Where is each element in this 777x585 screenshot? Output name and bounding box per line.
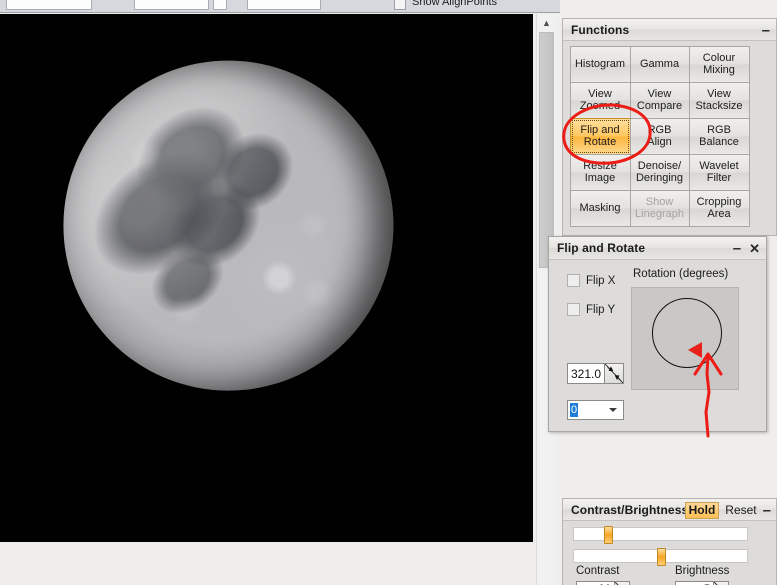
- function-button-line2: Align: [647, 136, 672, 148]
- stepper-up-icon[interactable]: ▲: [607, 365, 615, 373]
- function-button-line2: Balance: [699, 136, 739, 148]
- function-button-line2: Mixing: [703, 64, 735, 76]
- contrast-brightness-panel: Contrast/Brightness Hold Reset – Contras…: [562, 498, 777, 585]
- moon-image: [0, 14, 460, 458]
- function-button-line1: Masking: [579, 202, 621, 214]
- function-button-histogram[interactable]: Histogram: [569, 45, 631, 83]
- flip-rotate-minimize-button[interactable]: –: [733, 241, 741, 256]
- flip-x-row[interactable]: Flip X: [567, 274, 615, 287]
- brightness-slider[interactable]: [573, 548, 748, 566]
- function-button-line2: Stacksize: [695, 100, 743, 112]
- contrast-slider-thumb[interactable]: [604, 526, 613, 544]
- flip-rotate-title: Flip and Rotate: [557, 241, 646, 255]
- function-button-masking[interactable]: Masking: [569, 189, 631, 227]
- reset-button[interactable]: Reset: [725, 503, 756, 517]
- function-button-flip-and-rotate[interactable]: Flip and Rotate: [569, 117, 631, 155]
- function-button-cropping-area[interactable]: Cropping Area: [688, 189, 750, 227]
- function-button-view-compare[interactable]: View Compare: [629, 81, 690, 119]
- function-button-gamma[interactable]: Gamma: [629, 45, 690, 83]
- toolbar-field-3[interactable]: [213, 0, 227, 10]
- flip-x-checkbox[interactable]: [567, 274, 580, 287]
- function-button-line1: Wavelet: [699, 160, 739, 172]
- flip-y-checkbox[interactable]: [567, 303, 580, 316]
- function-button-line1: Resize: [583, 160, 617, 172]
- rotation-dial[interactable]: [631, 287, 739, 390]
- toolbar-field-1[interactable]: [6, 0, 92, 10]
- rotation-stepper-icon[interactable]: ▲ ▼: [604, 364, 623, 383]
- hold-button[interactable]: Hold: [684, 501, 720, 519]
- function-button-wavelet-filter[interactable]: Wavelet Filter: [688, 153, 750, 191]
- function-button-line2: Area: [707, 208, 731, 220]
- function-button-resize-image[interactable]: Resize Image: [569, 153, 631, 191]
- function-button-view-zoomed[interactable]: View Zoomed: [569, 81, 631, 119]
- function-button-line1: View: [647, 88, 672, 100]
- brightness-label: Brightness: [675, 565, 730, 577]
- function-button-line1: Denoise/: [637, 160, 682, 172]
- contrast-slider[interactable]: [573, 526, 748, 544]
- function-button-line2: Linegraph: [635, 208, 684, 220]
- function-button-line2: Image: [584, 172, 616, 184]
- image-canvas[interactable]: [0, 14, 533, 542]
- function-button-line1: Show: [645, 196, 674, 208]
- flip-y-row[interactable]: Flip Y: [567, 303, 615, 316]
- flip-rotate-close-button[interactable]: ✕: [749, 242, 760, 255]
- function-button-line1: Histogram: [574, 58, 626, 70]
- rotation-preset-combobox[interactable]: 0: [567, 400, 624, 420]
- function-button-view-stacksize[interactable]: View Stacksize: [688, 81, 750, 119]
- contrast-value-spinner[interactable]: 90: [576, 581, 630, 585]
- function-button-rgb-balance[interactable]: RGB Balance: [688, 117, 750, 155]
- show-align-points-checkbox[interactable]: [394, 0, 406, 10]
- function-button-line2: Compare: [636, 100, 683, 112]
- rotation-dial-circle: [652, 298, 722, 368]
- rotated-image-frame: [0, 14, 533, 542]
- function-button-line2: Zoomed: [579, 100, 621, 112]
- scrollbar-thumb[interactable]: [539, 32, 554, 268]
- stepper-down-icon[interactable]: ▼: [613, 374, 621, 382]
- function-button-line2: Rotate: [583, 136, 617, 148]
- function-button-line1: Colour: [702, 52, 736, 64]
- contrast-panel-title: Contrast/Brightness: [571, 502, 689, 517]
- top-toolbar: Show AlignPoints: [0, 0, 560, 13]
- contrast-panel-header: Contrast/Brightness Hold Reset –: [563, 499, 776, 521]
- rotation-dial-marker-icon[interactable]: [688, 342, 702, 358]
- functions-panel-header: Functions –: [563, 19, 776, 41]
- function-button-line1: Cropping: [696, 196, 742, 208]
- function-button-line2: Filter: [706, 172, 732, 184]
- function-button-colour-mixing[interactable]: Colour Mixing: [688, 45, 750, 83]
- function-button-line1: View: [707, 88, 731, 100]
- brightness-value-spinner[interactable]: 5: [675, 581, 729, 585]
- function-button-rgb-align[interactable]: RGB Align: [629, 117, 690, 155]
- flip-rotate-header[interactable]: Flip and Rotate – ✕: [549, 237, 766, 260]
- functions-minimize-button[interactable]: –: [762, 23, 770, 38]
- flip-x-label: Flip X: [586, 274, 616, 287]
- flip-and-rotate-dialog: Flip and Rotate – ✕ Flip X Flip Y 321.0 …: [548, 236, 767, 432]
- rotation-group-label: Rotation (degrees): [633, 268, 729, 280]
- toolbar-field-4[interactable]: [247, 0, 321, 10]
- rotation-value-spinner[interactable]: 321.0 ▲ ▼: [567, 363, 624, 384]
- functions-button-grid: Histogram Gamma Colour Mixing View Zoomed View…: [569, 45, 769, 227]
- rotation-value: 321.0: [570, 366, 601, 381]
- flip-y-label: Flip Y: [586, 303, 616, 316]
- function-button-line1: RGB: [707, 124, 731, 136]
- show-align-points-label: Show AlignPoints: [412, 0, 497, 8]
- function-button-denoise-deringing[interactable]: Denoise/Deringing: [629, 153, 690, 191]
- function-button-show-linegraph: Show Linegraph: [629, 189, 690, 227]
- application-window: Show AlignPoints ▲ Functions – Histogram…: [0, 0, 777, 585]
- contrast-label: Contrast: [576, 565, 620, 577]
- contrast-minimize-button[interactable]: –: [763, 503, 771, 518]
- toolbar-field-2[interactable]: [134, 0, 209, 10]
- brightness-slider-thumb[interactable]: [657, 548, 666, 566]
- chevron-down-icon[interactable]: [609, 408, 617, 412]
- function-button-line2: Deringing: [635, 172, 684, 184]
- scroll-up-icon[interactable]: ▲: [537, 14, 556, 31]
- function-button-line1: RGB: [647, 124, 672, 136]
- functions-panel-title: Functions: [571, 22, 630, 37]
- function-button-line1: Gamma: [639, 58, 680, 70]
- function-button-line1: View: [588, 88, 612, 100]
- functions-panel: Functions – Histogram Gamma Colour Mixing Vi…: [562, 18, 777, 236]
- function-button-line1: Flip and: [580, 124, 620, 136]
- rotation-preset-value: 0: [570, 403, 579, 417]
